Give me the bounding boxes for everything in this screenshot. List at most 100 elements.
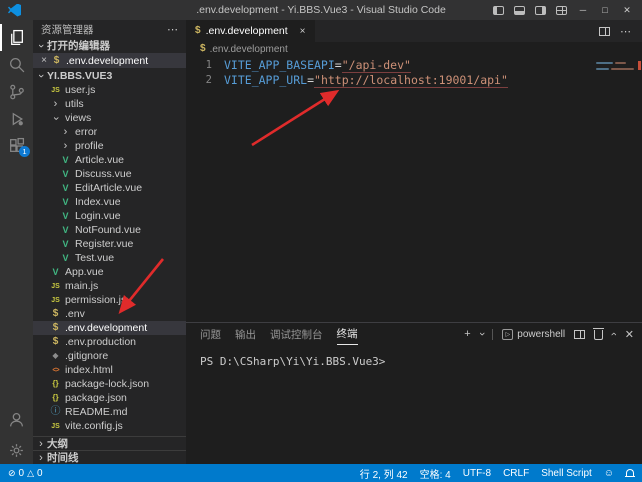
new-terminal-icon[interactable]: + bbox=[464, 328, 470, 340]
encoding[interactable]: UTF-8 bbox=[463, 468, 491, 479]
explorer-icon[interactable] bbox=[0, 24, 33, 51]
toggle-sidebar-icon[interactable] bbox=[493, 6, 504, 15]
tree-item-env-development[interactable]: $.env.development bbox=[33, 321, 186, 335]
close-panel-icon[interactable]: ✕ bbox=[625, 328, 634, 341]
json-file-icon: {} bbox=[49, 380, 62, 388]
settings-gear-icon[interactable] bbox=[0, 437, 33, 464]
tree-item[interactable]: VArticle.vue bbox=[33, 153, 186, 167]
tree-item[interactable]: JSuser.js bbox=[33, 83, 186, 97]
code-line: 1 VITE_APP_BASEAPI="/api-dev" bbox=[186, 58, 642, 73]
minimap[interactable] bbox=[594, 58, 642, 118]
notifications-bell-icon[interactable] bbox=[626, 469, 634, 477]
env-file-icon: $ bbox=[195, 26, 201, 36]
language-mode[interactable]: Shell Script bbox=[541, 468, 592, 479]
split-terminal-icon[interactable] bbox=[574, 330, 585, 339]
problems-status[interactable]: ⊘ 0 △ 0 bbox=[8, 468, 43, 479]
tree-item-folder[interactable]: ›views bbox=[33, 111, 186, 125]
tree-item[interactable]: $.env bbox=[33, 307, 186, 321]
run-debug-icon[interactable] bbox=[0, 105, 33, 132]
tree-item[interactable]: <>index.html bbox=[33, 363, 186, 377]
eol-sequence[interactable]: CRLF bbox=[503, 468, 529, 479]
sidebar-title-row: 资源管理器 ⋯ bbox=[33, 20, 186, 38]
env-key: VITE_APP_URL bbox=[224, 73, 307, 87]
tree-item[interactable]: ⓘREADME.md bbox=[33, 405, 186, 419]
tab-debug-console[interactable]: 调试控制台 bbox=[270, 323, 323, 345]
tree-item-folder[interactable]: ›error bbox=[33, 125, 186, 139]
feedback-smiley-icon[interactable]: ☺ bbox=[604, 468, 614, 479]
vscode-logo-icon bbox=[8, 4, 21, 17]
close-window-button[interactable]: ✕ bbox=[616, 0, 638, 20]
breadcrumb[interactable]: $ .env.development bbox=[186, 42, 642, 56]
json-file-icon: {} bbox=[49, 394, 62, 402]
indentation[interactable]: 空格: 4 bbox=[420, 466, 451, 481]
tree-item[interactable]: JSmain.js bbox=[33, 279, 186, 293]
tree-item[interactable]: JSpermission.js bbox=[33, 293, 186, 307]
open-editors-header[interactable]: › 打开的编辑器 bbox=[33, 38, 186, 53]
tab-bar: $ .env.development × ⋯ bbox=[186, 20, 642, 42]
terminal-profile-selector[interactable]: ▷ powershell bbox=[502, 329, 565, 340]
tree-item[interactable]: VDiscuss.vue bbox=[33, 167, 186, 181]
outline-section-header[interactable]: › 大纲 bbox=[33, 436, 186, 450]
chevron-down-icon: › bbox=[50, 112, 61, 125]
tab-problems[interactable]: 问题 bbox=[200, 323, 221, 345]
maximize-button[interactable]: □ bbox=[594, 0, 616, 20]
toggle-secondary-sidebar-icon[interactable] bbox=[535, 6, 546, 15]
maximize-panel-icon[interactable]: › bbox=[608, 332, 620, 336]
code-editor[interactable]: 1 VITE_APP_BASEAPI="/api-dev" 2 VITE_APP… bbox=[186, 56, 642, 322]
tree-item[interactable]: VNotFound.vue bbox=[33, 223, 186, 237]
activity-bar: 1 bbox=[0, 20, 33, 464]
tree-item[interactable]: ◆.gitignore bbox=[33, 349, 186, 363]
js-file-icon: JS bbox=[49, 423, 62, 430]
timeline-section-header[interactable]: › 时间线 bbox=[33, 450, 186, 464]
extensions-icon[interactable]: 1 bbox=[0, 132, 33, 159]
tree-item[interactable]: VEditArticle.vue bbox=[33, 181, 186, 195]
open-editor-item[interactable]: × $ .env.development bbox=[33, 53, 186, 68]
terminal-content[interactable]: PS D:\CSharp\Yi\Yi.BBS.Vue3> bbox=[186, 345, 642, 464]
vue-file-icon: V bbox=[49, 268, 62, 277]
close-editor-icon[interactable]: × bbox=[38, 55, 50, 66]
close-tab-icon[interactable]: × bbox=[300, 26, 306, 37]
chevron-right-icon: › bbox=[35, 438, 47, 450]
tree-item[interactable]: $.env.production bbox=[33, 335, 186, 349]
file-tree: JSuser.js ›utils ›views ›error ›profile … bbox=[33, 83, 186, 433]
cursor-position[interactable]: 行 2, 列 42 bbox=[360, 466, 408, 481]
git-file-icon: ◆ bbox=[49, 352, 62, 360]
tab-terminal[interactable]: 终端 bbox=[337, 323, 358, 345]
sidebar-title: 资源管理器 bbox=[41, 22, 94, 37]
terminal-dropdown-icon[interactable]: › bbox=[475, 332, 487, 336]
toggle-panel-icon[interactable] bbox=[514, 6, 525, 15]
js-file-icon: JS bbox=[49, 87, 62, 94]
customize-layout-icon[interactable] bbox=[556, 6, 567, 15]
tree-item[interactable]: VApp.vue bbox=[33, 265, 186, 279]
tree-item[interactable]: VLogin.vue bbox=[33, 209, 186, 223]
source-control-icon[interactable] bbox=[0, 78, 33, 105]
tree-item[interactable]: {}package.json bbox=[33, 391, 186, 405]
account-icon[interactable] bbox=[0, 406, 33, 433]
split-editor-icon[interactable] bbox=[599, 27, 610, 36]
tree-item-folder[interactable]: ›profile bbox=[33, 139, 186, 153]
html-file-icon: <> bbox=[49, 367, 62, 374]
sidebar-more-icon[interactable]: ⋯ bbox=[167, 23, 178, 36]
tree-item[interactable]: VRegister.vue bbox=[33, 237, 186, 251]
js-file-icon: JS bbox=[49, 297, 62, 304]
vue-file-icon: V bbox=[59, 254, 72, 263]
tree-item[interactable]: VTest.vue bbox=[33, 251, 186, 265]
tree-item[interactable]: {}package-lock.json bbox=[33, 377, 186, 391]
more-actions-icon[interactable]: ⋯ bbox=[620, 25, 632, 38]
kill-terminal-icon[interactable] bbox=[594, 330, 603, 340]
search-icon[interactable] bbox=[0, 51, 33, 78]
vue-file-icon: V bbox=[59, 212, 72, 221]
project-header[interactable]: › YI.BBS.VUE3 bbox=[33, 68, 186, 83]
tab-output[interactable]: 输出 bbox=[235, 323, 256, 345]
env-file-icon: $ bbox=[200, 44, 206, 54]
panel-header: 问题 输出 调试控制台 终端 + › ▷ powershell bbox=[186, 323, 642, 345]
tree-item-folder[interactable]: ›utils bbox=[33, 97, 186, 111]
vue-file-icon: V bbox=[59, 156, 72, 165]
tree-item[interactable]: JSvite.config.js bbox=[33, 419, 186, 433]
minimize-button[interactable]: ─ bbox=[572, 0, 594, 20]
tree-item[interactable]: VIndex.vue bbox=[33, 195, 186, 209]
vue-file-icon: V bbox=[59, 226, 72, 235]
chevron-right-icon: › bbox=[59, 141, 72, 152]
env-file-icon: $ bbox=[49, 337, 62, 347]
tab-env-development[interactable]: $ .env.development × bbox=[186, 20, 315, 42]
